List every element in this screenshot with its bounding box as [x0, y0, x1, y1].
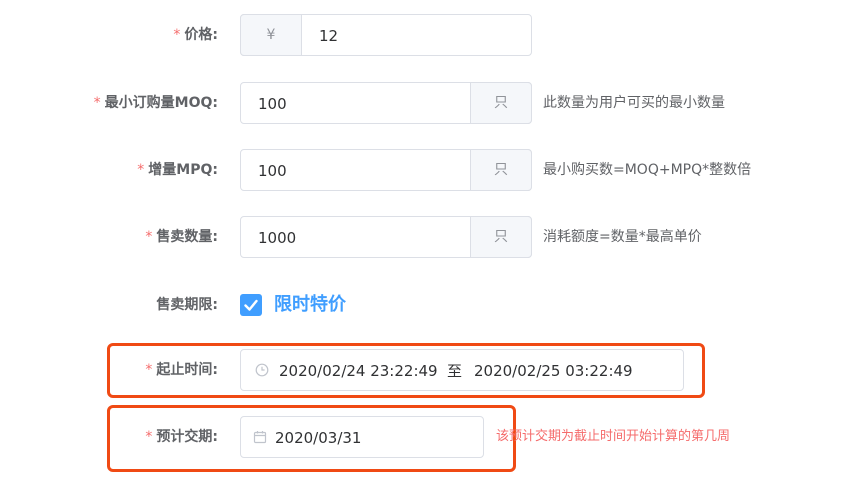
- mpq-label: * 增量MPQ:: [137, 160, 218, 180]
- sale-qty-label: * 售卖数量:: [145, 227, 218, 247]
- limited-offer-checkbox[interactable]: [240, 294, 262, 316]
- required-mark: *: [93, 95, 101, 111]
- delivery-date-value: 2020/03/31: [275, 429, 362, 447]
- sale-qty-value: 1000: [258, 229, 297, 247]
- price-value: 12: [319, 27, 339, 45]
- required-mark: *: [145, 362, 153, 378]
- time-range-picker[interactable]: 2020/02/24 23:22:49 至 2020/02/25 03:22:4…: [240, 349, 684, 391]
- time-range-label-text: 起止时间:: [156, 362, 218, 378]
- delivery-label-text: 预计交期:: [156, 429, 218, 445]
- limited-offer-label[interactable]: 限时特价: [274, 293, 346, 317]
- mpq-label-text: 增量MPQ:: [148, 162, 218, 178]
- start-time[interactable]: 2020/02/24 23:22:49: [279, 361, 438, 381]
- moq-input[interactable]: 100 只: [240, 82, 532, 124]
- delivery-date-picker[interactable]: 2020/03/31: [240, 416, 484, 458]
- delivery-label: * 预计交期:: [145, 427, 218, 447]
- calendar-icon: [253, 431, 267, 444]
- mpq-unit: 只: [470, 149, 532, 191]
- moq-label: * 最小订购量MOQ:: [94, 93, 218, 113]
- moq-value: 100: [258, 95, 287, 113]
- sale-qty-label-text: 售卖数量:: [156, 229, 218, 245]
- clock-icon: [255, 363, 269, 377]
- range-separator: 至: [447, 362, 463, 380]
- price-label: * 价格:: [173, 25, 218, 45]
- end-time[interactable]: 2020/02/25 03:22:49: [474, 361, 633, 381]
- price-input[interactable]: ¥ 12: [240, 14, 532, 56]
- sale-qty-unit: 只: [470, 216, 532, 258]
- sale-qty-hint: 消耗额度=数量*最高单价: [543, 229, 702, 245]
- delivery-hint: 该预计交期为截止时间开始计算的第几周: [496, 429, 731, 444]
- price-label-text: 价格:: [184, 27, 218, 43]
- required-mark: *: [173, 27, 181, 43]
- moq-label-text: 最小订购量MOQ:: [104, 95, 218, 111]
- sale-period-label: 售卖期限:: [156, 297, 218, 313]
- currency-prefix: ¥: [240, 14, 302, 56]
- required-mark: *: [145, 429, 153, 445]
- sale-qty-input[interactable]: 1000 只: [240, 216, 532, 258]
- moq-hint: 此数量为用户可买的最小数量: [543, 95, 725, 111]
- mpq-input[interactable]: 100 只: [240, 149, 532, 191]
- required-mark: *: [137, 162, 145, 178]
- required-mark: *: [145, 229, 153, 245]
- mpq-value: 100: [258, 162, 287, 180]
- checkmark-icon: [244, 299, 258, 311]
- moq-unit: 只: [470, 82, 532, 124]
- mpq-hint: 最小购买数=MOQ+MPQ*整数倍: [543, 162, 752, 178]
- time-range-label: * 起止时间:: [145, 360, 218, 380]
